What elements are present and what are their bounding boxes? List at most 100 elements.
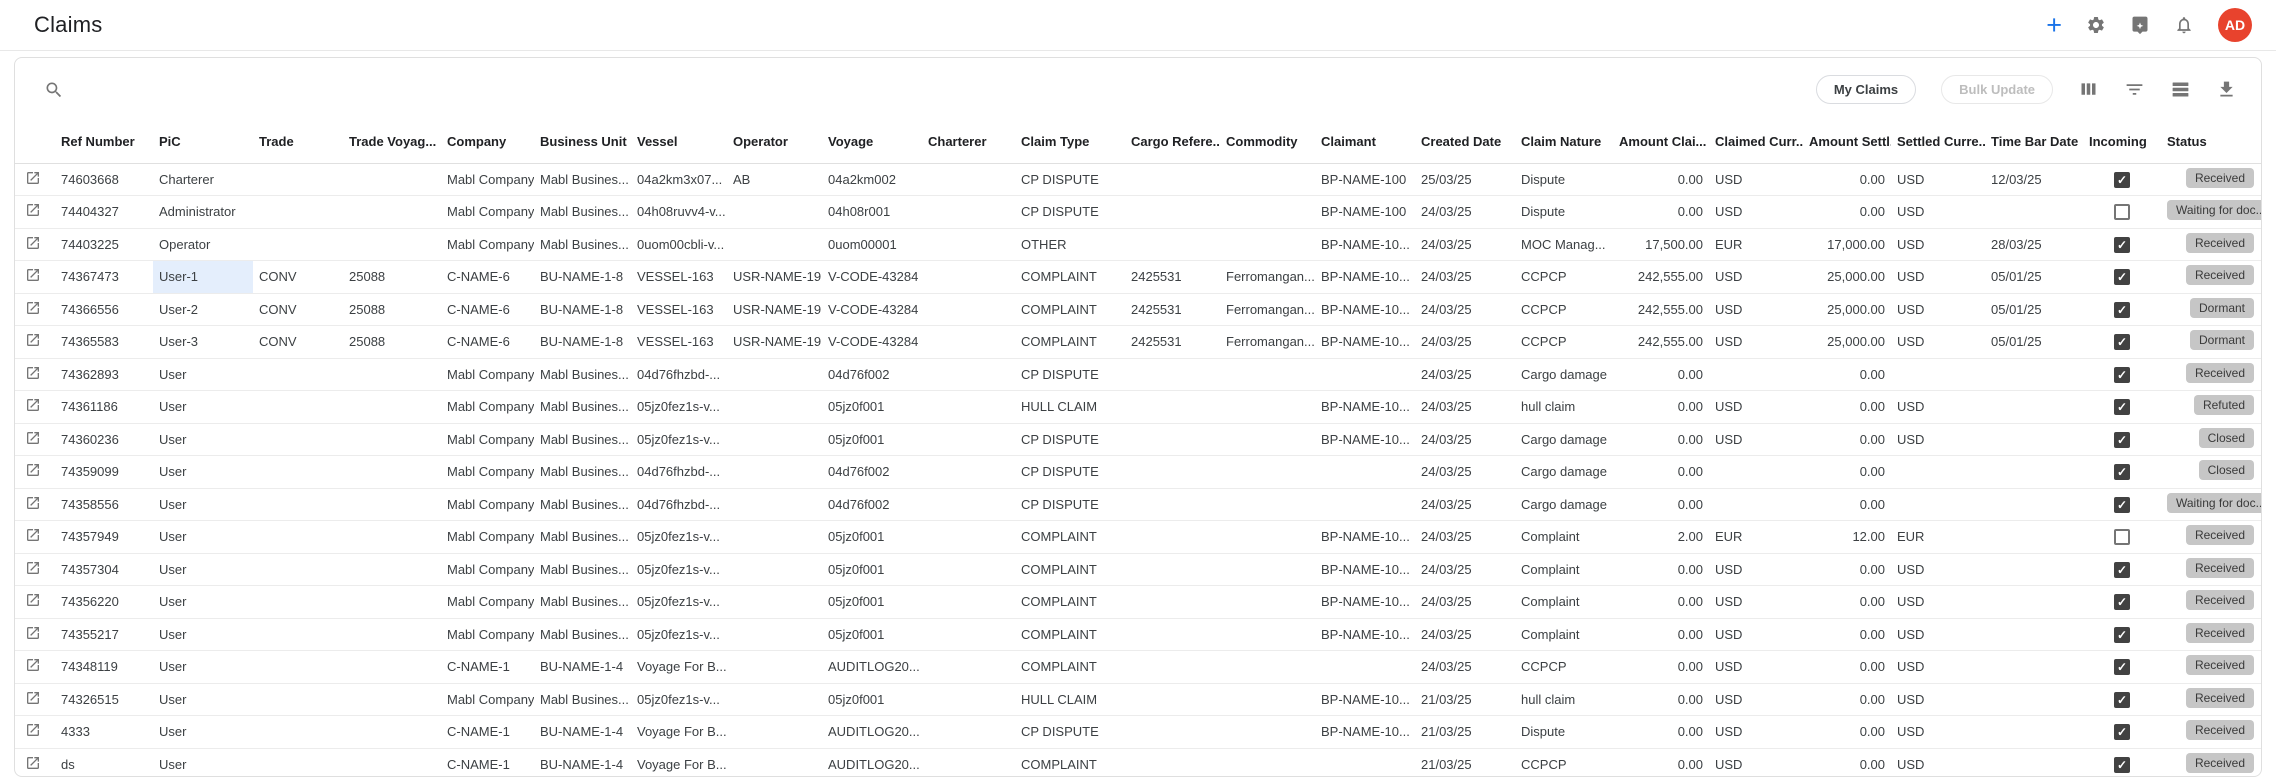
row-density-icon[interactable] [2170, 79, 2191, 100]
incoming-checkbox[interactable]: ✓ [2114, 366, 2130, 383]
incoming-checkbox[interactable]: ✓ [2114, 659, 2130, 676]
column-header-claimed_curr[interactable]: Claimed Curr... [1709, 121, 1803, 164]
cell-charterer [922, 650, 1015, 684]
cell-settled_curr: USD [1891, 585, 1985, 619]
cell-open [15, 325, 55, 359]
incoming-checkbox[interactable]: ✓ [2114, 756, 2130, 773]
open-in-new-icon[interactable] [25, 365, 41, 381]
incoming-checkbox[interactable]: ✓ [2114, 561, 2130, 578]
table-row: 74404327 Administrator Mabl Company Mabl Bu… [15, 195, 2261, 229]
incoming-checkbox[interactable]: ✓ [2114, 594, 2130, 611]
open-in-new-icon[interactable] [25, 527, 41, 543]
incoming-checkbox[interactable]: ✓ [2114, 334, 2130, 351]
open-in-new-icon[interactable] [25, 690, 41, 706]
incoming-checkbox[interactable]: ✓ [2114, 691, 2130, 708]
incoming-checkbox[interactable]: ✓ [2114, 236, 2130, 253]
column-header-created_date[interactable]: Created Date [1415, 121, 1515, 164]
column-header-claim_nature[interactable]: Claim Nature [1515, 121, 1613, 164]
notifications-bell-icon[interactable] [2174, 15, 2194, 35]
column-header-ref[interactable]: Ref Number [55, 121, 153, 164]
column-header-business_unit[interactable]: Business Unit [534, 121, 631, 164]
incoming-checkbox[interactable] [2114, 204, 2130, 221]
assistant-badge-icon[interactable] [2130, 15, 2150, 35]
column-header-incoming[interactable]: Incoming [2083, 121, 2161, 164]
incoming-checkbox[interactable]: ✓ [2114, 171, 2130, 188]
cell-business_unit: Mabl Busines... [534, 585, 631, 619]
filter-icon[interactable] [2124, 79, 2145, 100]
column-header-settled_curr[interactable]: Settled Curre... [1891, 121, 1985, 164]
cell-company: Mabl Company [441, 358, 534, 391]
cell-claimed_curr: USD [1709, 715, 1803, 749]
column-header-company[interactable]: Company [441, 121, 534, 164]
column-header-trade[interactable]: Trade [253, 121, 343, 164]
open-in-new-icon[interactable] [25, 495, 41, 511]
open-in-new-icon[interactable] [25, 397, 41, 413]
column-header-time_bar[interactable]: Time Bar Date [1985, 121, 2083, 164]
column-header-vessel[interactable]: Vessel [631, 121, 727, 164]
cell-trade_voyage [343, 423, 441, 456]
open-in-new-icon[interactable] [25, 170, 41, 186]
column-header-amount_settled[interactable]: Amount Settl... [1803, 121, 1891, 164]
open-in-new-icon[interactable] [25, 332, 41, 348]
open-in-new-icon[interactable] [25, 202, 41, 218]
cell-commodity [1220, 488, 1315, 521]
cell-trade_voyage [343, 715, 441, 749]
incoming-checkbox[interactable]: ✓ [2114, 496, 2130, 513]
cell-amount_claimed: 0.00 [1613, 618, 1709, 651]
cell-business_unit: Mabl Busines... [534, 228, 631, 261]
column-header-charterer[interactable]: Charterer [922, 121, 1015, 164]
cell-operator: USR-NAME-19 [727, 260, 822, 294]
cell-pic: User [153, 553, 253, 586]
cell-voyage: 05jz0f001 [822, 683, 922, 716]
add-claim-button[interactable]: + [2046, 12, 2062, 39]
cell-pic: User [153, 488, 253, 521]
open-in-new-icon[interactable] [25, 592, 41, 608]
incoming-checkbox[interactable] [2114, 529, 2130, 546]
cell-commodity [1220, 748, 1315, 776]
incoming-checkbox[interactable]: ✓ [2114, 431, 2130, 448]
incoming-checkbox[interactable]: ✓ [2114, 464, 2130, 481]
incoming-checkbox[interactable]: ✓ [2114, 399, 2130, 416]
cell-operator [727, 390, 822, 424]
open-in-new-icon[interactable] [25, 300, 41, 316]
open-in-new-icon[interactable] [25, 560, 41, 576]
cell-company: Mabl Company [441, 585, 534, 619]
cell-charterer [922, 715, 1015, 749]
column-header-pic[interactable]: PiC [153, 121, 253, 164]
columns-icon[interactable] [2078, 79, 2099, 100]
app-header: Claims + AD [0, 0, 2276, 51]
column-header-voyage[interactable]: Voyage [822, 121, 922, 164]
cell-claimed_curr: USD [1709, 683, 1803, 716]
incoming-checkbox[interactable]: ✓ [2114, 301, 2130, 318]
table-row: 74367473 User-1 CONV 25088 C-NAME-6 BU-NAME-1… [15, 260, 2261, 294]
bulk-update-button[interactable]: Bulk Update [1941, 75, 2053, 104]
column-header-claim_type[interactable]: Claim Type [1015, 121, 1125, 164]
open-in-new-icon[interactable] [25, 755, 41, 771]
incoming-checkbox[interactable]: ✓ [2114, 626, 2130, 643]
cell-time_bar: 12/03/25 [1985, 163, 2083, 196]
column-header-trade_voyage[interactable]: Trade Voyag... [343, 121, 441, 164]
avatar[interactable]: AD [2218, 8, 2252, 42]
cell-settled_curr: USD [1891, 260, 1985, 294]
incoming-checkbox[interactable]: ✓ [2114, 724, 2130, 741]
search-icon[interactable] [44, 80, 64, 100]
settings-gear-icon[interactable] [2086, 15, 2106, 35]
column-header-amount_claimed[interactable]: Amount Clai... [1613, 121, 1709, 164]
column-header-status[interactable]: Status [2161, 121, 2261, 164]
cell-claim_type: COMPLAINT [1015, 553, 1125, 586]
column-header-commodity[interactable]: Commodity [1220, 121, 1315, 164]
open-in-new-icon[interactable] [25, 657, 41, 673]
open-in-new-icon[interactable] [25, 235, 41, 251]
column-header-cargo_ref[interactable]: Cargo Refere... [1125, 121, 1220, 164]
open-in-new-icon[interactable] [25, 722, 41, 738]
incoming-checkbox[interactable]: ✓ [2114, 269, 2130, 286]
open-in-new-icon[interactable] [25, 267, 41, 283]
download-icon[interactable] [2216, 79, 2237, 100]
cell-amount_claimed: 0.00 [1613, 715, 1709, 749]
column-header-claimant[interactable]: Claimant [1315, 121, 1415, 164]
open-in-new-icon[interactable] [25, 462, 41, 478]
open-in-new-icon[interactable] [25, 625, 41, 641]
open-in-new-icon[interactable] [25, 430, 41, 446]
my-claims-button[interactable]: My Claims [1815, 75, 1917, 104]
column-header-operator[interactable]: Operator [727, 121, 822, 164]
